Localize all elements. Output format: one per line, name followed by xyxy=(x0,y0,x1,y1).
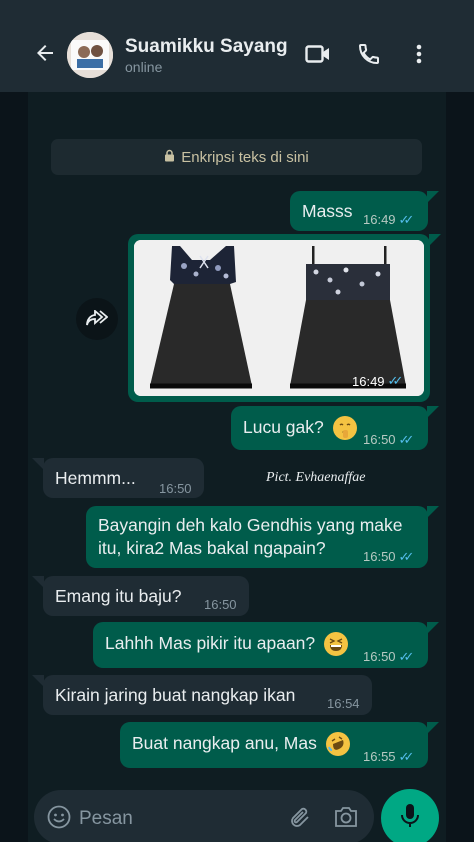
double-check-icon: ✓✓ xyxy=(387,373,404,388)
message-bubble-outgoing[interactable]: Lahhh Mas pikir itu apaan? 16:50 ✓✓ xyxy=(93,622,428,668)
message-text: Emang itu baju? xyxy=(55,586,182,606)
double-check-icon: ✓✓ xyxy=(398,549,415,564)
bubble-tail xyxy=(427,506,439,518)
shushing-face-emoji-icon xyxy=(332,416,357,441)
rolling-on-floor-laughing-emoji-icon xyxy=(325,732,350,757)
bubble-tail xyxy=(32,458,44,470)
encryption-notice[interactable]: Enkripsi teks di sini xyxy=(51,139,422,175)
emoji-icon[interactable] xyxy=(47,805,71,834)
video-call-icon[interactable] xyxy=(304,40,332,68)
camera-icon[interactable] xyxy=(333,805,359,834)
message-bubble-outgoing[interactable]: Buat nangkap anu, Mas 16:55 ✓✓ xyxy=(120,722,428,768)
mic-icon xyxy=(400,803,420,834)
double-check-icon: ✓✓ xyxy=(398,432,415,447)
message-time: 16:50 ✓✓ xyxy=(363,645,415,668)
message-text: Bayangin deh kalo Gendhis yang make itu,… xyxy=(98,514,403,560)
lock-icon xyxy=(164,149,175,166)
message-bubble-outgoing[interactable]: Bayangin deh kalo Gendhis yang make itu,… xyxy=(86,506,428,568)
message-input[interactable]: Pesan xyxy=(79,808,133,830)
back-arrow-icon[interactable] xyxy=(30,38,60,68)
message-time-text: 16:50 xyxy=(363,549,396,564)
bubble-tail xyxy=(32,675,44,687)
message-text: Lahhh Mas pikir itu apaan? xyxy=(105,633,316,653)
lingerie-photo: 16:49 ✓✓ xyxy=(134,240,424,396)
message-time: 16:54 xyxy=(327,692,360,715)
message-text: Masss xyxy=(302,201,353,221)
message-text-line: Bayangin deh kalo Gendhis yang make xyxy=(98,515,403,535)
message-time-text: 16:50 xyxy=(159,481,192,496)
bubble-tail xyxy=(427,191,439,203)
mic-button[interactable] xyxy=(381,789,439,842)
bubble-tail xyxy=(427,722,439,734)
message-text-wrap: Lahhh Mas pikir itu apaan? xyxy=(105,632,349,657)
attach-icon[interactable] xyxy=(289,805,313,836)
message-time: 16:49 ✓✓ xyxy=(363,208,415,231)
message-text-wrap: Buat nangkap anu, Mas xyxy=(132,732,350,757)
more-vertical-icon[interactable] xyxy=(405,40,433,68)
bubble-tail xyxy=(429,234,441,246)
message-text: Buat nangkap anu, Mas xyxy=(132,733,317,753)
encryption-text: Enkripsi teks di sini xyxy=(181,148,309,166)
message-time-text: 16:50 xyxy=(363,649,396,664)
message-bubble-incoming[interactable]: Hemmm... 16:50 xyxy=(43,458,204,498)
bubble-tail xyxy=(427,406,439,418)
message-time-text: 16:54 xyxy=(327,696,360,711)
message-time: 16:50 xyxy=(204,593,237,616)
message-bubble-outgoing[interactable]: Lucu gak? 16:50 ✓✓ xyxy=(231,406,428,450)
contact-status: online xyxy=(125,59,163,75)
forward-icon[interactable] xyxy=(76,298,118,340)
message-bubble-incoming[interactable]: Emang itu baju? 16:50 xyxy=(43,576,249,616)
message-time-text: 16:55 xyxy=(363,749,396,764)
message-image-outgoing[interactable]: 16:49 ✓✓ xyxy=(128,234,430,402)
message-time: 16:50 xyxy=(159,477,192,500)
message-text-line: itu, kira2 Mas bakal ngapain? xyxy=(98,538,326,558)
message-text-wrap: Lucu gak? xyxy=(243,416,357,441)
chat-header: Suamikku Sayang online xyxy=(0,0,474,92)
message-time-text: 16:49 xyxy=(352,373,385,389)
message-time-text: 16:50 xyxy=(363,432,396,447)
contact-name[interactable]: Suamikku Sayang xyxy=(125,36,288,58)
message-bubble-outgoing[interactable]: Masss 16:49 ✓✓ xyxy=(290,191,428,231)
message-time: 16:55 ✓✓ xyxy=(363,745,415,768)
message-time: 16:50 ✓✓ xyxy=(363,428,415,451)
message-time: 16:50 ✓✓ xyxy=(363,545,415,568)
message-bubble-incoming[interactable]: Kirain jaring buat nangkap ikan 16:54 xyxy=(43,675,372,715)
double-check-icon: ✓✓ xyxy=(398,212,415,227)
message-time: 16:49 ✓✓ xyxy=(352,373,404,389)
grinning-squinting-face-emoji-icon xyxy=(324,632,349,657)
message-text: Hemmm... xyxy=(55,468,136,488)
message-time-text: 16:50 xyxy=(204,597,237,612)
voice-call-icon[interactable] xyxy=(355,40,383,68)
bubble-tail xyxy=(427,622,439,634)
message-text: Lucu gak? xyxy=(243,417,324,437)
watermark-text: Pict. Evhaenaffae xyxy=(266,470,366,485)
message-text: Kirain jaring buat nangkap ikan xyxy=(55,685,296,705)
double-check-icon: ✓✓ xyxy=(398,749,415,764)
bubble-tail xyxy=(32,576,44,588)
contact-avatar[interactable] xyxy=(67,32,113,78)
double-check-icon: ✓✓ xyxy=(398,649,415,664)
message-time-text: 16:49 xyxy=(363,212,396,227)
